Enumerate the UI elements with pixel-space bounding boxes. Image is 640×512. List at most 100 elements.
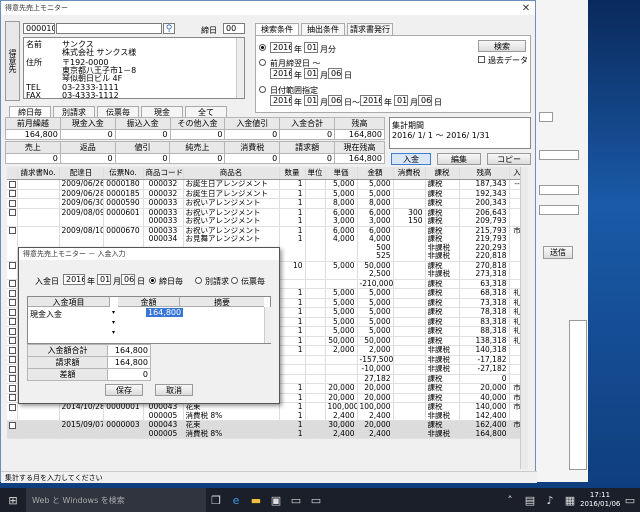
row-checkbox-box[interactable] bbox=[9, 421, 16, 429]
row-checkbox-box[interactable] bbox=[9, 356, 16, 363]
table-row[interactable]: 2015/09/07 0000003 000043 000005 花束 消費税 8% 1 1 3… bbox=[7, 420, 526, 439]
volume-icon[interactable]: ♪ bbox=[540, 488, 560, 512]
row-checkbox[interactable] bbox=[7, 189, 18, 199]
app-icon[interactable]: ▭ bbox=[306, 488, 326, 512]
customer-code-input[interactable]: 000010 bbox=[23, 23, 55, 34]
row-checkbox[interactable] bbox=[7, 279, 18, 289]
row-checkbox[interactable] bbox=[7, 326, 18, 337]
row-checkbox-box[interactable] bbox=[9, 384, 16, 392]
clock[interactable]: 17:11 2016/01/06 bbox=[580, 491, 620, 509]
row-checkbox-box[interactable] bbox=[9, 318, 16, 325]
month-input[interactable]: 01 bbox=[304, 42, 318, 53]
tab-separate-invoice[interactable]: 別請求 bbox=[53, 106, 95, 117]
row-checkbox-box[interactable] bbox=[9, 346, 16, 354]
row-checkbox[interactable] bbox=[7, 208, 18, 227]
table-row[interactable]: 2009/06/26 0000180 000032 お誕生日アレンジメント 1 5,000… bbox=[7, 179, 526, 190]
row-checkbox-box[interactable] bbox=[9, 209, 16, 216]
radio-separate[interactable] bbox=[195, 276, 202, 285]
row-checkbox-box[interactable] bbox=[9, 199, 16, 207]
customer-search-input[interactable] bbox=[56, 23, 162, 34]
info-scrollbar[interactable] bbox=[236, 38, 244, 98]
row-checkbox[interactable] bbox=[7, 261, 18, 280]
ime-icon[interactable]: ▦ bbox=[560, 488, 580, 512]
column-header[interactable]: 商品名 bbox=[183, 167, 280, 180]
radio-closing[interactable] bbox=[149, 276, 156, 285]
range-end-month[interactable]: 01 bbox=[394, 95, 408, 106]
column-header[interactable]: 配達日 bbox=[59, 167, 104, 180]
notification-icon[interactable]: ▭ bbox=[620, 488, 640, 512]
row1-item[interactable]: 現金入金 bbox=[30, 309, 62, 320]
row-checkbox[interactable] bbox=[7, 393, 18, 403]
row-checkbox[interactable] bbox=[7, 307, 18, 318]
send-button[interactable]: 送信 bbox=[543, 246, 573, 259]
row-checkbox-box[interactable] bbox=[9, 403, 16, 411]
table-scrollbar[interactable] bbox=[520, 167, 528, 469]
column-header[interactable]: 単価 bbox=[325, 167, 358, 180]
row-checkbox[interactable] bbox=[7, 374, 18, 384]
tab-cash[interactable]: 現金 bbox=[141, 106, 183, 117]
row-checkbox-box[interactable] bbox=[9, 227, 16, 234]
tab-extract-conditions[interactable]: 抽出条件 bbox=[301, 23, 345, 35]
row-checkbox[interactable] bbox=[7, 226, 18, 262]
column-header[interactable]: 残高 bbox=[459, 167, 510, 180]
row-checkbox[interactable] bbox=[7, 179, 18, 190]
row-checkbox[interactable] bbox=[7, 355, 18, 365]
column-header[interactable]: 数量 bbox=[279, 167, 306, 180]
edge-icon[interactable]: e bbox=[226, 488, 246, 512]
row-checkbox-box[interactable] bbox=[9, 365, 16, 373]
deposit-month-input[interactable]: 01 bbox=[97, 274, 111, 285]
app-icon[interactable]: ▭ bbox=[286, 488, 306, 512]
row-checkbox[interactable] bbox=[7, 345, 18, 356]
radio-per-slip[interactable] bbox=[231, 276, 238, 285]
row-checkbox[interactable] bbox=[7, 383, 18, 394]
taskbar-search[interactable]: Web と Windows を検索 bbox=[26, 488, 206, 512]
windows-start-icon[interactable]: ⊞ bbox=[0, 488, 26, 512]
range-start-year[interactable]: 2016 bbox=[270, 95, 292, 106]
network-icon[interactable]: ▤ bbox=[520, 488, 540, 512]
tab-invoice-issue[interactable]: 請求書発行 bbox=[347, 23, 393, 35]
dropdown-arrow-icon[interactable]: ▾ bbox=[112, 309, 115, 316]
row-checkbox[interactable] bbox=[7, 288, 18, 299]
explorer-icon[interactable]: ▬ bbox=[246, 488, 266, 512]
tab-search-conditions[interactable]: 検索条件 bbox=[255, 23, 299, 35]
prev-year-input[interactable]: 2016 bbox=[270, 68, 292, 79]
tab-all[interactable]: 全て bbox=[185, 106, 227, 117]
row-checkbox-box[interactable] bbox=[9, 180, 16, 188]
prev-month-input[interactable]: 01 bbox=[304, 68, 318, 79]
close-icon[interactable]: ✕ bbox=[517, 3, 535, 14]
column-header[interactable]: 消費税 bbox=[393, 167, 426, 180]
table-row[interactable]: 2009/06/28 0000185 000032 お誕生日アレンジメント 1 5,000… bbox=[7, 189, 526, 199]
store-icon[interactable]: ▣ bbox=[266, 488, 286, 512]
row-checkbox-box[interactable] bbox=[9, 308, 16, 316]
radio-date-range[interactable] bbox=[259, 85, 266, 94]
tray-expand-icon[interactable]: ˄ bbox=[500, 488, 520, 512]
row-checkbox-box[interactable] bbox=[9, 280, 16, 287]
row-checkbox-box[interactable] bbox=[9, 327, 16, 335]
save-button[interactable]: 保存 bbox=[105, 384, 143, 396]
column-header[interactable]: 金額 bbox=[357, 167, 394, 180]
search-button[interactable]: 検索 bbox=[478, 40, 526, 52]
dropdown-arrow-icon[interactable]: ▾ bbox=[112, 319, 115, 326]
column-header[interactable]: 商品コード bbox=[143, 167, 184, 180]
row-checkbox-box[interactable] bbox=[9, 394, 16, 401]
deposit-day-input[interactable]: 06 bbox=[121, 274, 135, 285]
row-checkbox[interactable] bbox=[7, 402, 18, 421]
deposit-button[interactable]: 入金 bbox=[391, 153, 431, 165]
row-checkbox[interactable] bbox=[7, 420, 18, 439]
deposit-year-input[interactable]: 2016 bbox=[63, 274, 85, 285]
range-start-month[interactable]: 01 bbox=[304, 95, 318, 106]
row-checkbox-box[interactable] bbox=[9, 289, 16, 297]
grid-scrollbar[interactable] bbox=[264, 307, 271, 343]
row-checkbox-box[interactable] bbox=[9, 190, 16, 197]
radio-month[interactable] bbox=[259, 43, 266, 52]
copy-button[interactable]: コピー bbox=[487, 153, 531, 165]
edit-button[interactable]: 編集 bbox=[437, 153, 481, 165]
cancel-button[interactable]: 取消 bbox=[155, 384, 193, 396]
dropdown-arrow-icon[interactable]: ▾ bbox=[112, 329, 115, 336]
row-checkbox-box[interactable] bbox=[9, 337, 16, 344]
column-header[interactable]: 請求書No. bbox=[17, 167, 60, 180]
radio-prev-closing[interactable] bbox=[259, 58, 266, 67]
task-view-icon[interactable]: ❐ bbox=[206, 488, 226, 512]
column-header[interactable]: 単位 bbox=[305, 167, 326, 180]
table-row[interactable]: 2009/06/30 0000590 000033 お祝いアレンジメント 1 8,000 8… bbox=[7, 198, 526, 209]
